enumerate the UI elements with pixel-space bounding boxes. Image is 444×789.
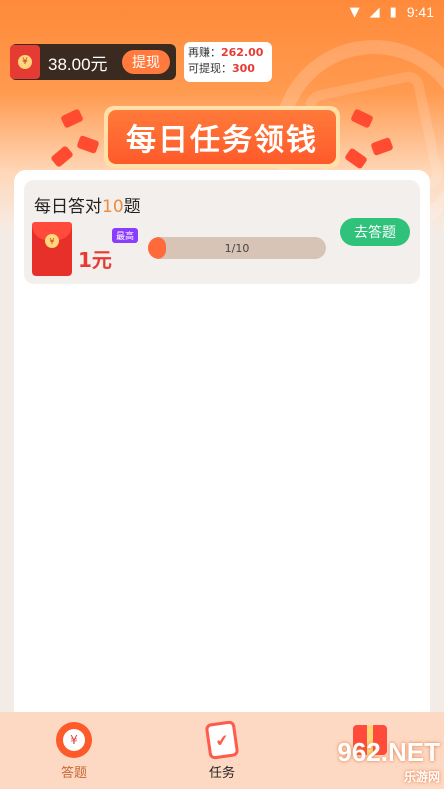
withdraw-button[interactable]: 提现 bbox=[122, 50, 170, 74]
clock: 9:41 bbox=[406, 4, 434, 20]
balance-pill: ¥ 38.00元 提现 bbox=[10, 44, 176, 80]
reward-amount: 1元 bbox=[78, 248, 112, 272]
balance-amount: 38.00元 bbox=[48, 54, 108, 74]
nav-item-label: 任务 bbox=[208, 766, 235, 781]
bottom-nav: ¥ 答题 ✔ 任务 962.NET 乐游网 bbox=[0, 712, 444, 789]
nav-item-answer[interactable]: ¥ 答题 bbox=[0, 712, 148, 789]
nav-item-label: 答题 bbox=[60, 766, 87, 781]
battery-icon: ▮ bbox=[389, 4, 397, 20]
page-title: 每日任务领钱 bbox=[108, 110, 336, 164]
signal-icon: ◢ bbox=[369, 4, 380, 20]
red-packet-icon: ¥ bbox=[32, 222, 72, 276]
progress-text: 1/10 bbox=[224, 241, 250, 255]
task-progress-bar: 1/10 bbox=[148, 237, 326, 259]
nav-item-task[interactable]: ✔ 任务 bbox=[148, 712, 296, 789]
task-title: 每日答对10题 bbox=[34, 197, 141, 217]
earn-info: 再赚：262.00 可提现：300 bbox=[184, 42, 272, 82]
red-packet-icon: ¥ bbox=[10, 45, 40, 79]
watermark: 962.NET 乐游网 bbox=[337, 737, 440, 784]
status-bar: ▼ ◢ ▮ 9:41 bbox=[0, 0, 444, 24]
page-title-banner: 每日任务领钱 bbox=[104, 106, 340, 168]
task-item: 每日答对10题 ¥ 最高 1元 1/10 去答题 bbox=[24, 180, 420, 284]
task-card: 每日答对10题 ¥ 最高 1元 1/10 去答题 bbox=[14, 170, 430, 730]
task-clipboard-icon: ✔ bbox=[202, 720, 242, 760]
wifi-icon: ▼ bbox=[349, 4, 360, 20]
max-badge: 最高 bbox=[112, 228, 139, 243]
go-answer-button[interactable]: 去答题 bbox=[340, 218, 410, 246]
red-packet-icon: ¥ bbox=[54, 720, 94, 760]
